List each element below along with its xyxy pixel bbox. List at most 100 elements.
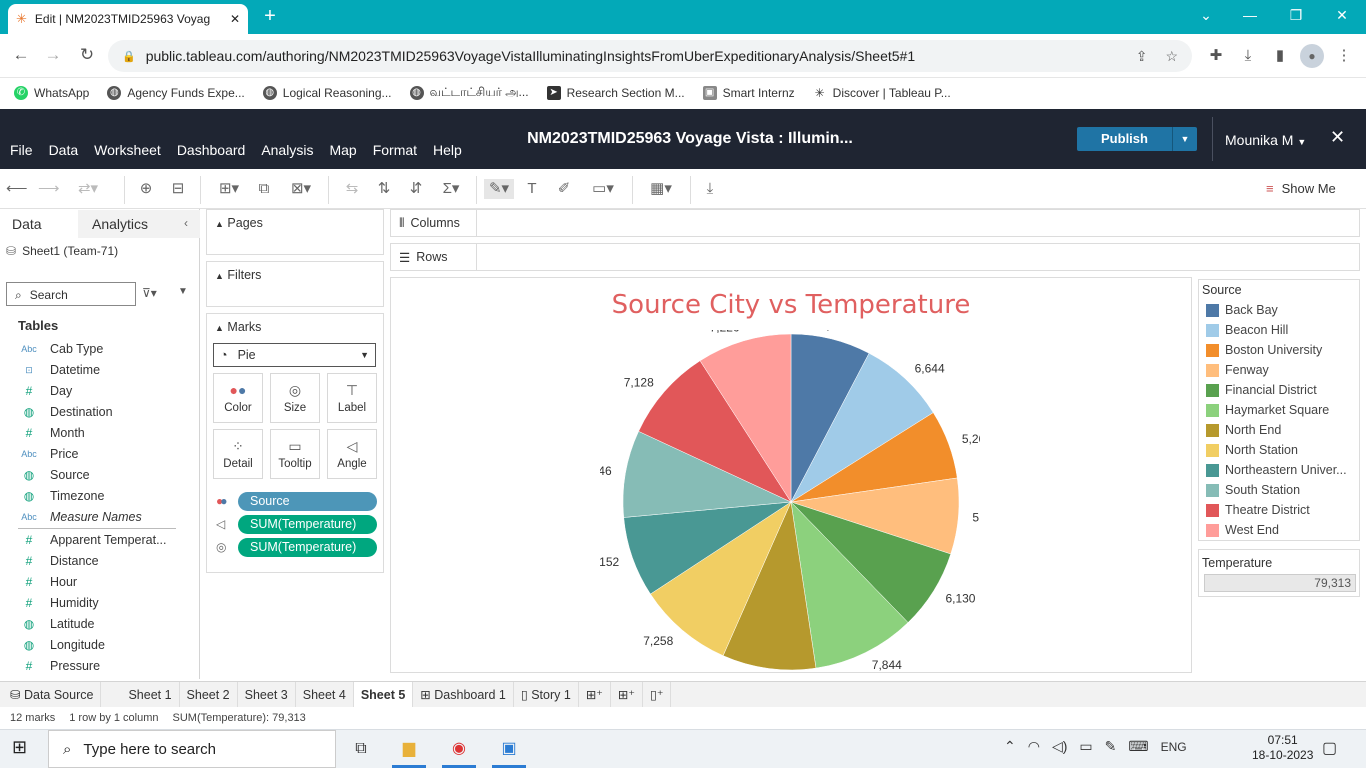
field-item[interactable]: # Day xyxy=(18,381,188,401)
field-item[interactable]: ◍ Source xyxy=(18,465,188,485)
show-hidden-icons-icon[interactable]: ⌃ xyxy=(1004,738,1016,755)
field-item[interactable]: ◍ Latitude xyxy=(18,614,188,634)
new-worksheet-tab-icon[interactable]: ⊞⁺ xyxy=(579,681,611,708)
tab-dashboard-1[interactable]: ⊞ Dashboard 1 xyxy=(413,681,514,708)
replay-icon[interactable]: ⇄▾ xyxy=(68,179,108,199)
undo-icon[interactable]: ⟵ xyxy=(6,179,28,199)
legend-item[interactable]: Back Bay xyxy=(1206,302,1356,318)
sort-ascending-icon[interactable]: ⇅ xyxy=(374,179,394,199)
close-tab-icon[interactable]: ✕ xyxy=(230,12,240,26)
field-item[interactable]: Abc Cab Type xyxy=(18,339,188,359)
filters-card[interactable]: ▲ Filters xyxy=(206,261,384,307)
pause-updates-icon[interactable]: ⊟ xyxy=(168,179,188,199)
new-tab-button[interactable]: + xyxy=(258,6,282,28)
clear-sheet-icon[interactable]: ⊠▾ xyxy=(286,179,316,199)
duplicate-sheet-icon[interactable]: ⧉ xyxy=(254,179,274,199)
tab-sheet-4[interactable]: Sheet 4 xyxy=(296,681,354,708)
close-window-button[interactable]: ✕ xyxy=(1322,4,1362,26)
tab-data-source[interactable]: ⛁ Data Source xyxy=(0,681,102,708)
bookmark-logical-reasoning[interactable]: ◍ Logical Reasoning... xyxy=(262,86,392,100)
legend-item[interactable]: North Station xyxy=(1206,442,1356,458)
close-editor-button[interactable]: ✕ xyxy=(1330,127,1345,148)
browser-tab[interactable]: ✳ Edit | NM2023TMID25963 Voyag ✕ xyxy=(8,4,248,34)
field-item[interactable]: # Pressure xyxy=(18,656,188,676)
battery-icon[interactable]: ▭ xyxy=(1079,738,1092,755)
datasource-item[interactable]: ⛁ Sheet1 (Team-71) xyxy=(6,244,118,258)
field-item[interactable]: # Apparent Temperat... xyxy=(18,530,188,550)
tab-analytics[interactable]: Analytics xyxy=(78,210,200,238)
windows-start-icon[interactable]: ⊞ xyxy=(12,737,27,758)
presentation-icon[interactable]: ▦▾ xyxy=(644,179,678,199)
bookmark-smart-internz[interactable]: ▣ Smart Internz xyxy=(702,86,795,100)
menu-dashboard[interactable]: Dashboard xyxy=(177,142,246,158)
new-worksheet-icon[interactable]: ⊞▾ xyxy=(214,179,244,199)
field-item[interactable]: ◍ Timezone xyxy=(18,486,188,506)
menu-help[interactable]: Help xyxy=(433,142,462,158)
sort-descending-icon[interactable]: ⇵ xyxy=(406,179,426,199)
volume-icon[interactable]: ◁) xyxy=(1052,738,1067,755)
restore-button[interactable]: ❐ xyxy=(1276,4,1316,26)
collapse-pane-icon[interactable]: ‹ xyxy=(184,216,188,230)
filter-fields-icon[interactable]: ⊽▾ xyxy=(142,286,157,300)
collapse-arrow-icon[interactable]: ▲ xyxy=(215,271,224,281)
redo-icon[interactable]: ⟶ xyxy=(38,179,60,199)
keyboard-icon[interactable]: ⌨ xyxy=(1128,738,1148,755)
pill-sum-temperature-size[interactable]: SUM(Temperature) xyxy=(238,538,377,557)
menu-format[interactable]: Format xyxy=(373,142,417,158)
bookmark-agency-funds[interactable]: ◍ Agency Funds Expe... xyxy=(107,86,245,100)
tab-sheet-2[interactable]: Sheet 2 xyxy=(180,681,238,708)
field-item[interactable]: # Distance xyxy=(18,551,188,571)
fit-icon[interactable]: ▭▾ xyxy=(586,179,620,199)
field-item[interactable]: Abc Price xyxy=(18,444,188,464)
file-explorer-icon[interactable]: ▆ xyxy=(392,734,426,764)
back-button[interactable]: ← xyxy=(10,44,32,66)
menu-map[interactable]: Map xyxy=(329,142,356,158)
rows-shelf[interactable]: ☰ Rows xyxy=(390,243,1360,271)
highlight-icon[interactable]: ✎▾ xyxy=(484,179,514,199)
download-view-icon[interactable]: ⤓ xyxy=(700,179,720,199)
chrome-icon[interactable]: ◉ xyxy=(442,734,476,764)
legend-item[interactable]: Beacon Hill xyxy=(1206,322,1356,338)
workbook-title[interactable]: NM2023TMID25963 Voyage Vista : Illumin..… xyxy=(480,130,900,148)
side-panel-icon[interactable]: ▮ xyxy=(1268,44,1292,68)
show-labels-icon[interactable]: T xyxy=(522,179,542,199)
marks-size-button[interactable]: ◎ Size xyxy=(270,373,320,423)
pane-menu-icon[interactable]: ▼ xyxy=(178,286,188,297)
download-icon[interactable]: ⤓ xyxy=(1236,44,1260,68)
bookmark-tamil[interactable]: ◍ வட்டாட்சியர் அ... xyxy=(409,85,529,101)
menu-worksheet[interactable]: Worksheet xyxy=(94,142,161,158)
new-dashboard-tab-icon[interactable]: ⊞⁺ xyxy=(611,681,643,708)
user-menu[interactable]: Mounika M ▼ xyxy=(1225,132,1306,148)
legend-item[interactable]: Haymarket Square xyxy=(1206,402,1356,418)
bookmark-whatsapp[interactable]: ✆ WhatsApp xyxy=(14,86,89,100)
taskbar-search-input[interactable]: ⌕ Type here to search xyxy=(48,730,336,768)
field-item[interactable]: ◍ Longitude xyxy=(18,635,188,655)
field-item[interactable]: Abc Measure Names xyxy=(18,507,188,527)
legend-item[interactable]: Northeastern Univer... xyxy=(1206,462,1356,478)
pages-card[interactable]: ▲ Pages xyxy=(206,209,384,255)
field-item[interactable]: ⊡ Datetime xyxy=(18,360,188,380)
clock[interactable]: 07:51 18-10-2023 xyxy=(1252,733,1313,763)
swap-rows-columns-icon[interactable]: ⇆ xyxy=(342,179,362,199)
legend-item[interactable]: Financial District xyxy=(1206,382,1356,398)
photos-icon[interactable]: ▣ xyxy=(492,734,526,764)
wifi-icon[interactable]: ◠ xyxy=(1028,738,1040,755)
new-data-source-icon[interactable]: ⊕ xyxy=(136,179,156,199)
bookmark-star-icon[interactable]: ☆ xyxy=(1165,48,1178,65)
pill-sum-temperature-angle[interactable]: SUM(Temperature) xyxy=(238,515,377,534)
field-item[interactable]: # Humidity xyxy=(18,593,188,613)
url-bar[interactable]: 🔒 public.tableau.com/authoring/NM2023TMI… xyxy=(108,40,1192,72)
marks-label-button[interactable]: ⊤ Label xyxy=(327,373,377,423)
pie-chart[interactable]: 6,1026,6445,2695,7836,1307,8447,1377,258… xyxy=(600,330,980,675)
field-item[interactable]: ◍ Destination xyxy=(18,402,188,422)
mark-type-select[interactable]: ◔ Pie ▼ xyxy=(213,343,376,367)
task-view-icon[interactable]: ⧉ xyxy=(344,734,378,764)
browser-menu-icon[interactable]: ⋮ xyxy=(1332,44,1356,68)
minimize-button[interactable]: — xyxy=(1230,4,1270,26)
legend-item[interactable]: North End xyxy=(1206,422,1356,438)
totals-sigma-icon[interactable]: Σ▾ xyxy=(438,179,464,199)
marks-color-button[interactable]: ●● Color xyxy=(213,373,263,423)
publish-button[interactable]: Publish ▼ xyxy=(1077,127,1197,151)
collapse-arrow-icon[interactable]: ▲ xyxy=(215,323,224,333)
tab-sheet-5[interactable]: Sheet 5 xyxy=(353,681,414,708)
